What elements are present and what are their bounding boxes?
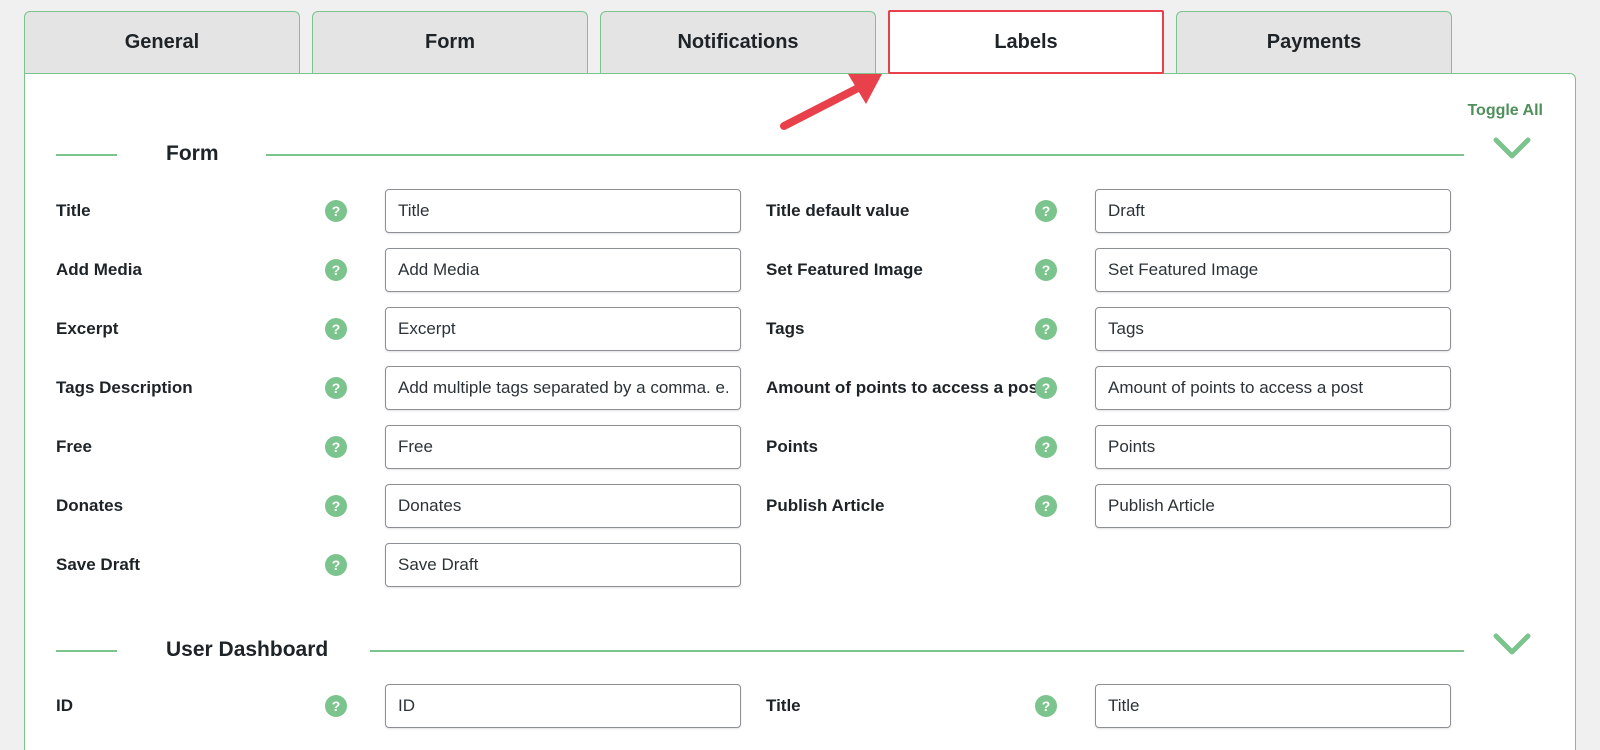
label-input-tags-description[interactable] — [385, 366, 741, 410]
chevron-down-icon[interactable] — [1492, 630, 1532, 660]
field-label-save-draft: Save Draft — [56, 555, 141, 574]
label-input-free[interactable] — [385, 425, 741, 469]
labels-panel: Toggle All Form Title ? Add Media ? Exce… — [24, 73, 1576, 750]
label-input-dashboard-title[interactable] — [1095, 684, 1451, 728]
help-icon[interactable]: ? — [1035, 695, 1057, 717]
tab-payments[interactable]: Payments — [1176, 11, 1452, 73]
help-icon[interactable]: ? — [1035, 259, 1057, 281]
label-input-points-access[interactable] — [1095, 366, 1451, 410]
help-icon[interactable]: ? — [1035, 495, 1057, 517]
field-label-dashboard-title: Title — [766, 696, 801, 715]
help-icon[interactable]: ? — [1035, 318, 1057, 340]
section-header-form[interactable]: Form — [56, 137, 1531, 170]
field-label-tags: Tags — [766, 319, 805, 338]
help-icon[interactable]: ? — [325, 695, 347, 717]
section-title-form: Form — [166, 142, 219, 165]
help-icon[interactable]: ? — [325, 259, 347, 281]
label-input-tags[interactable] — [1095, 307, 1451, 351]
label-input-publish-article[interactable] — [1095, 484, 1451, 528]
field-label-free: Free — [56, 437, 92, 456]
field-label-title-default-value: Title default value — [766, 201, 910, 220]
toggle-all-link[interactable]: Toggle All — [1467, 102, 1543, 120]
field-label-donates: Donates — [56, 496, 124, 515]
label-input-title-default-value[interactable] — [1095, 189, 1451, 233]
field-label-set-featured-image: Set Featured Image — [766, 260, 923, 279]
help-icon[interactable]: ? — [1035, 200, 1057, 222]
label-input-add-media[interactable] — [385, 248, 741, 292]
section-divider — [56, 650, 117, 652]
settings-page: General Form Notifications Labels Paymen… — [0, 0, 1600, 750]
section-divider — [370, 650, 1464, 652]
chevron-down-icon[interactable] — [1492, 134, 1532, 164]
label-input-points[interactable] — [1095, 425, 1451, 469]
label-input-save-draft[interactable] — [385, 543, 741, 587]
label-input-title[interactable] — [385, 189, 741, 233]
tab-form[interactable]: Form — [312, 11, 588, 73]
section-header-user-dashboard[interactable]: User Dashboard — [56, 633, 1531, 666]
help-icon[interactable]: ? — [325, 200, 347, 222]
field-label-id: ID — [56, 696, 73, 715]
help-icon[interactable]: ? — [325, 554, 347, 576]
tab-notifications[interactable]: Notifications — [600, 11, 876, 73]
field-label-publish-article: Publish Article — [766, 496, 885, 515]
help-icon[interactable]: ? — [325, 377, 347, 399]
help-icon[interactable]: ? — [1035, 436, 1057, 458]
help-icon[interactable]: ? — [325, 495, 347, 517]
label-input-donates[interactable] — [385, 484, 741, 528]
field-label-excerpt: Excerpt — [56, 319, 119, 338]
tab-labels[interactable]: Labels — [888, 10, 1164, 74]
field-label-tags-description: Tags Description — [56, 378, 193, 397]
help-icon[interactable]: ? — [1035, 377, 1057, 399]
help-icon[interactable]: ? — [325, 318, 347, 340]
field-label-points-access: Amount of points to access a post — [766, 378, 1044, 397]
field-label-title: Title — [56, 201, 91, 220]
label-input-set-featured-image[interactable] — [1095, 248, 1451, 292]
label-input-excerpt[interactable] — [385, 307, 741, 351]
field-label-points: Points — [766, 437, 818, 456]
help-icon[interactable]: ? — [325, 436, 347, 458]
tab-general[interactable]: General — [24, 11, 300, 73]
section-divider — [266, 154, 1464, 156]
section-title-user-dashboard: User Dashboard — [166, 638, 329, 661]
section-divider — [56, 154, 117, 156]
label-input-id[interactable] — [385, 684, 741, 728]
field-label-add-media: Add Media — [56, 260, 142, 279]
